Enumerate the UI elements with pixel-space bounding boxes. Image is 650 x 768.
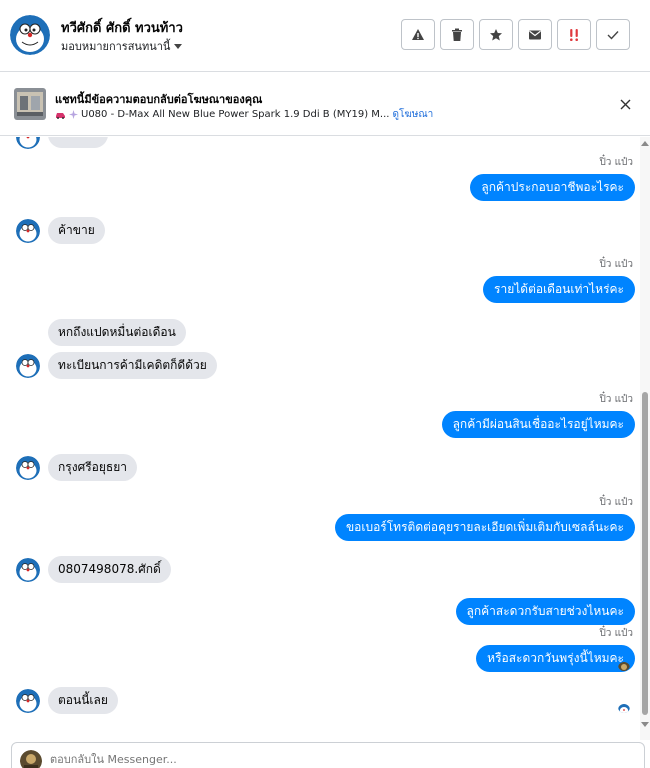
incoming-message[interactable]: กรุงศรีอยุธยา (48, 454, 137, 481)
mark-unread-button[interactable] (518, 19, 552, 50)
contact-avatar[interactable] (10, 15, 50, 55)
assign-label: มอบหมายการสนทนานี้ (61, 40, 171, 53)
read-receipt-avatar (618, 659, 630, 671)
sender-name: ปิ๋ว แป๋ว (599, 628, 633, 639)
contact-avatar-small (16, 354, 40, 378)
warning-icon (412, 28, 424, 40)
message-thread[interactable]: ปิ๋ว แป๋ว ลูกค้าประกอบอาชีพอะไรคะ ค้าขาย… (0, 137, 650, 740)
ad-reply-banner: แชทนี้มีข้อความตอบกลับต่อโฆษณาของคุณ U08… (0, 72, 650, 136)
sender-name: ปิ๋ว แป๋ว (599, 157, 633, 168)
trash-icon (452, 28, 462, 41)
sparkle-icon (69, 110, 78, 119)
read-receipt-avatar (618, 701, 630, 713)
sender-name: ปิ๋ว แป๋ว (599, 497, 633, 508)
outgoing-message[interactable]: ลูกค้ามีผ่อนสินเชื่ออะไรอยู่ไหมคะ (441, 411, 635, 438)
contact-avatar-small (16, 558, 40, 582)
car-icon (56, 112, 65, 119)
ad-banner-title: แชทนี้มีข้อความตอบกลับต่อโฆษณาของคุณ (55, 93, 263, 106)
outgoing-message[interactable]: ขอเบอร์โทรติดต่อคุยรายละเอียดเพิ่มเติมกั… (334, 514, 635, 541)
view-ad-link[interactable]: ดูโฆษณา (392, 107, 433, 122)
contact-avatar-small (16, 219, 40, 243)
chevron-down-icon (174, 43, 183, 49)
contact-name: ทวีศักดิ์ ศักดิ์ ทวนท้าว (61, 21, 183, 36)
incoming-message[interactable]: หกถึงแปดหมื่นต่อเดือน (48, 319, 186, 346)
assign-conversation-dropdown[interactable]: มอบหมายการสนทนานี้ (61, 37, 183, 55)
sender-name: ปิ๋ว แป๋ว (599, 394, 633, 405)
contact-avatar-small (16, 137, 40, 149)
thread-scrollbar[interactable] (640, 137, 650, 740)
delete-button[interactable] (440, 19, 474, 50)
sender-name: ปิ๋ว แป๋ว (599, 259, 633, 270)
scroll-up-arrow-icon[interactable] (641, 141, 649, 146)
outgoing-message[interactable]: หรือสะดวกวันพรุ่งนี้ไหมคะ (476, 645, 635, 672)
outgoing-message[interactable]: ลูกค้าประกอบอาชีพอะไรคะ (470, 174, 635, 201)
scroll-down-arrow-icon[interactable] (641, 722, 649, 727)
incoming-message[interactable]: ค้าขาย (48, 217, 105, 244)
outgoing-message[interactable]: รายได้ต่อเดือนเท่าไหร่คะ (483, 276, 635, 303)
conversation-header: ทวีศักดิ์ ศักดิ์ ทวนท้าว มอบหมายการสนทนา… (0, 0, 650, 72)
incoming-message[interactable]: ทะเบียนการค้ามีเคดิตก็ดีด้วย (48, 352, 217, 379)
contact-avatar-small (16, 689, 40, 713)
page-avatar (20, 750, 42, 768)
contact-avatar-small (16, 456, 40, 480)
close-banner-button[interactable] (616, 95, 634, 113)
mark-done-button[interactable] (596, 19, 630, 50)
ad-thumbnail[interactable] (14, 88, 46, 120)
scrollbar-thumb[interactable] (642, 392, 648, 715)
follow-up-button[interactable] (557, 19, 591, 50)
message-bubble-partial (48, 137, 108, 148)
follow-up-icon (570, 28, 578, 41)
check-icon (607, 30, 619, 40)
mail-icon (529, 30, 541, 39)
close-icon (620, 99, 630, 109)
star-button[interactable] (479, 19, 513, 50)
outgoing-message[interactable]: ลูกค้าสะดวกรับสายช่วงไหนคะ (455, 598, 635, 625)
incoming-message[interactable]: 0807498078.ศักดิ์ (48, 556, 171, 583)
star-icon (490, 28, 502, 40)
reply-input[interactable] (50, 753, 610, 766)
ad-banner-subtitle: U080 - D-Max All New Blue Power Spark 1.… (55, 107, 433, 122)
reply-composer[interactable] (11, 742, 645, 768)
conversation-toolbar (401, 19, 630, 50)
ad-name: U080 - D-Max All New Blue Power Spark 1.… (81, 109, 390, 120)
incoming-message[interactable]: ตอนนี้เลย (48, 687, 118, 714)
mark-spam-button[interactable] (401, 19, 435, 50)
